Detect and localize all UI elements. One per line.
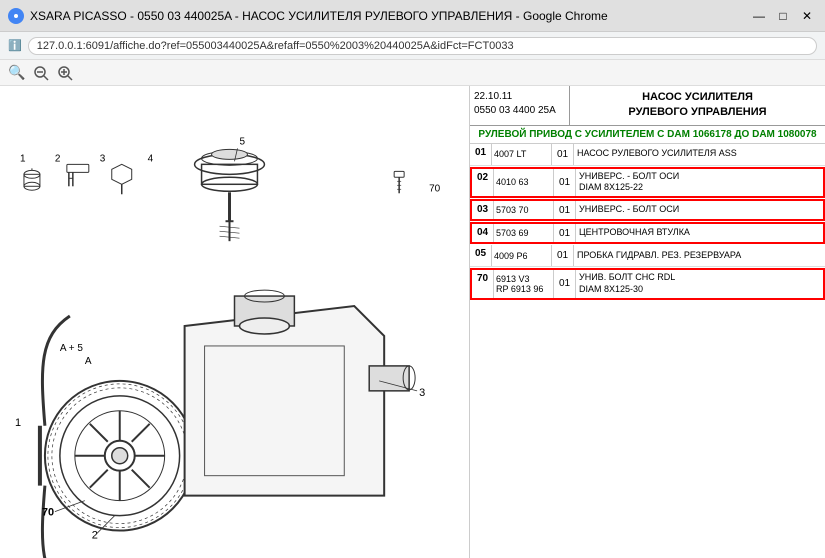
header-ref: 0550 03 4400 25A bbox=[474, 104, 565, 118]
title-bar: XSARA PICASSO - 0550 03 440025A - НАСОС … bbox=[0, 0, 825, 32]
svg-text:70: 70 bbox=[429, 183, 441, 194]
part-number: 03 bbox=[472, 201, 494, 219]
table-row[interactable]: 035703 7001УНИВЕРС. - БОЛТ ОСИ bbox=[470, 199, 825, 221]
part-desc: НАСОС РУЛЕВОГО УСИЛИТЕЛЯ ASS bbox=[574, 144, 825, 165]
part-number: 05 bbox=[470, 245, 492, 266]
part-desc: ЦЕНТРОВОЧНАЯ ВТУЛКА bbox=[576, 224, 823, 242]
table-row[interactable]: 024010 6301УНИВЕРС. - БОЛТ ОСИDIAM 8X125… bbox=[470, 167, 825, 198]
part-number: 02 bbox=[472, 169, 494, 196]
part-ref: 4010 63 bbox=[494, 169, 554, 196]
main-content: 1 2 3 4 bbox=[0, 86, 825, 558]
part-qty: 01 bbox=[554, 169, 576, 196]
part-desc: ПРОБКА ГИДРАВЛ. РЕЗ. РЕЗЕРВУАРА bbox=[574, 245, 825, 266]
parts-header: 22.10.11 0550 03 4400 25A НАСОС УСИЛИТЕЛ… bbox=[470, 86, 825, 126]
part-ref: 5703 69 bbox=[494, 224, 554, 242]
window-controls[interactable]: — □ ✕ bbox=[749, 6, 817, 26]
table-row[interactable]: 054009 P601ПРОБКА ГИДРАВЛ. РЕЗ. РЕЗЕРВУА… bbox=[470, 245, 825, 267]
part-ref: 5703 70 bbox=[494, 201, 554, 219]
diagram-svg: 1 2 3 4 bbox=[0, 86, 469, 558]
table-row[interactable]: 706913 V3RP 6913 9601УНИВ. БОЛТ СНС RDLD… bbox=[470, 268, 825, 299]
parts-table: 014007 LT01НАСОС РУЛЕВОГО УСИЛИТЕЛЯ ASS0… bbox=[470, 144, 825, 558]
svg-text:2: 2 bbox=[55, 153, 61, 164]
title-bar-left: XSARA PICASSO - 0550 03 440025A - НАСОС … bbox=[8, 8, 608, 24]
svg-text:4: 4 bbox=[148, 153, 154, 164]
part-ref: 4007 LT bbox=[492, 144, 552, 165]
table-row[interactable]: 014007 LT01НАСОС РУЛЕВОГО УСИЛИТЕЛЯ ASS bbox=[470, 144, 825, 166]
header-date: 22.10.11 bbox=[474, 90, 565, 104]
parts-title-text: НАСОС УСИЛИТЕЛЯ РУЛЕВОГО УПРАВЛЕНИЯ bbox=[574, 90, 821, 121]
svg-text:70: 70 bbox=[42, 507, 54, 519]
window-title: XSARA PICASSO - 0550 03 440025A - НАСОС … bbox=[30, 9, 608, 23]
part-qty: 01 bbox=[552, 245, 574, 266]
part-qty: 01 bbox=[554, 201, 576, 219]
svg-text:A + 5: A + 5 bbox=[60, 343, 83, 354]
part-ref: 4009 P6 bbox=[492, 245, 552, 266]
part-number: 70 bbox=[472, 270, 494, 297]
svg-text:2: 2 bbox=[92, 530, 98, 542]
part-qty: 01 bbox=[554, 224, 576, 242]
address-input[interactable] bbox=[28, 37, 817, 55]
green-row: РУЛЕВОЙ ПРИВОД С УСИЛИТЕЛЕМ С DAM 106617… bbox=[470, 126, 825, 144]
diagram-area: 1 2 3 4 bbox=[0, 86, 470, 558]
info-icon: ℹ️ bbox=[8, 39, 22, 52]
parts-header-left: 22.10.11 0550 03 4400 25A bbox=[470, 86, 570, 125]
toolbar: 🔍 bbox=[0, 60, 825, 86]
svg-text:5: 5 bbox=[239, 136, 245, 147]
minimize-button[interactable]: — bbox=[749, 6, 769, 26]
part-qty: 01 bbox=[554, 270, 576, 297]
table-row[interactable]: 045703 6901ЦЕНТРОВОЧНАЯ ВТУЛКА bbox=[470, 222, 825, 244]
address-bar: ℹ️ bbox=[0, 32, 825, 60]
part-desc: УНИВЕРС. - БОЛТ ОСИDIAM 8X125-22 bbox=[576, 169, 823, 196]
svg-text:1: 1 bbox=[20, 153, 26, 164]
part-ref: 6913 V3RP 6913 96 bbox=[494, 270, 554, 297]
svg-text:A: A bbox=[85, 356, 92, 367]
part-qty: 01 bbox=[552, 144, 574, 165]
part-number: 01 bbox=[470, 144, 492, 165]
parts-area: 22.10.11 0550 03 4400 25A НАСОС УСИЛИТЕЛ… bbox=[470, 86, 825, 558]
zoom-in-icon[interactable] bbox=[56, 64, 74, 82]
part-number: 04 bbox=[472, 224, 494, 242]
svg-text:3: 3 bbox=[419, 387, 425, 399]
part-desc: УНИВ. БОЛТ СНС RDLDIAM 8X125-30 bbox=[576, 270, 823, 297]
maximize-button[interactable]: □ bbox=[773, 6, 793, 26]
svg-text:3: 3 bbox=[100, 153, 106, 164]
parts-header-title: НАСОС УСИЛИТЕЛЯ РУЛЕВОГО УПРАВЛЕНИЯ bbox=[570, 86, 825, 125]
search-icon[interactable]: 🔍 bbox=[8, 64, 26, 82]
chrome-icon bbox=[8, 8, 24, 24]
close-button[interactable]: ✕ bbox=[797, 6, 817, 26]
part-desc: УНИВЕРС. - БОЛТ ОСИ bbox=[576, 201, 823, 219]
zoom-out-icon[interactable] bbox=[32, 64, 50, 82]
svg-text:1: 1 bbox=[15, 417, 21, 429]
